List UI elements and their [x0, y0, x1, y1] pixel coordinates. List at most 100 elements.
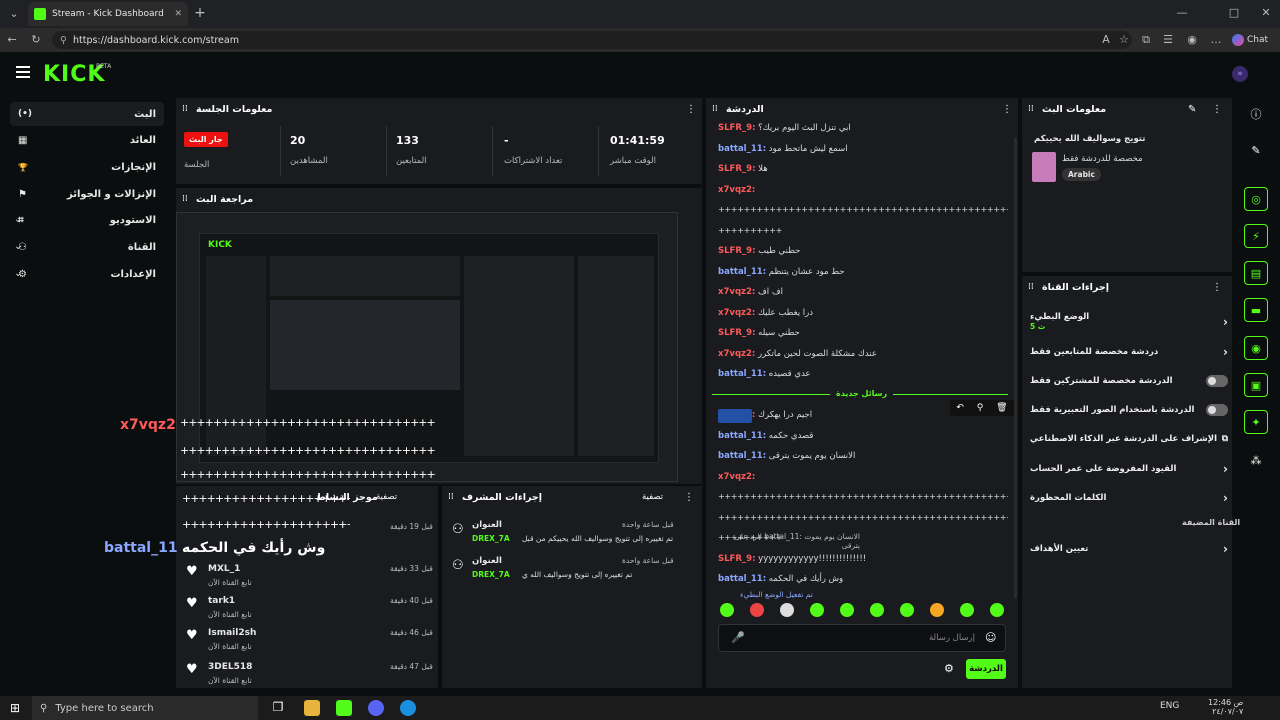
user-avatar[interactable]: » — [1232, 66, 1248, 82]
taskbar-search[interactable]: ⚲ Type here to search — [32, 696, 258, 720]
grip-icon[interactable]: ⁞⁞ — [1028, 282, 1034, 292]
copilot-chat-button[interactable]: Chat — [1232, 32, 1274, 48]
emote-icon[interactable] — [780, 603, 794, 617]
nav-item-revenue[interactable]: ▦ العائد — [10, 128, 164, 152]
nav-item-stream[interactable]: (•) البث — [10, 102, 164, 126]
apps-icon[interactable]: ⁂ — [1244, 448, 1268, 472]
chat-username[interactable]: x7vqz2 — [718, 308, 752, 318]
chat-username[interactable]: x7vqz2 — [718, 472, 752, 482]
url-input[interactable]: ⚲ https://dashboard.kick.com/stream — [52, 31, 1132, 49]
chat-username[interactable]: x7vqz2 — [718, 349, 752, 359]
ai-moderation-row[interactable]: الإشراف على الدردشة عبر الذكاء الاصطناعي… — [1030, 427, 1228, 451]
chat-message[interactable]: x7vqz2: درا يغطب عليك — [718, 308, 1004, 318]
close-window-icon[interactable]: ✕ — [1260, 7, 1272, 19]
clock[interactable]: 12:46 ص ٢٤/٠٧/٠٧ — [1208, 698, 1243, 716]
chat-spam-line[interactable]: ++++++++++ — [718, 226, 1008, 236]
info-icon[interactable]: ⓘ — [1244, 102, 1268, 126]
more-options-icon[interactable]: ⋮ — [686, 104, 696, 115]
emote-icon[interactable] — [840, 603, 854, 617]
new-tab-icon[interactable]: + — [194, 6, 206, 20]
chat-username[interactable]: SLFR_9 — [718, 328, 752, 338]
nav-item-channel[interactable]: ⚇ القناة — [10, 235, 164, 259]
chat-username[interactable]: SLFR_9 — [718, 164, 752, 174]
chat-username[interactable]: battal_11 — [718, 267, 763, 277]
chat-message[interactable]: SLFR_9: ابي تنزل البث اليوم بريك؟ — [718, 123, 1004, 133]
hamburger-menu-icon[interactable] — [16, 66, 30, 78]
chat-scrollbar[interactable] — [1014, 138, 1017, 598]
grip-icon[interactable]: ⁞⁞ — [448, 492, 454, 502]
chevron-down-icon[interactable]: ⌄ — [14, 268, 22, 279]
profile-icon[interactable]: ◉ — [1186, 34, 1198, 46]
microphone-icon[interactable]: 🎤 — [731, 631, 745, 644]
mod-action-user[interactable]: DREX_7A — [472, 534, 510, 543]
chat-spam-line[interactable]: ++++++++++++++++++++++++++++++++++++++++… — [718, 513, 1008, 523]
chat-message[interactable]: battal_11: اسمع ليش ماتحط مود — [718, 144, 1004, 154]
task-view-icon[interactable]: ❐ — [270, 700, 286, 716]
minimize-icon[interactable]: — — [1176, 7, 1188, 19]
slow-mode-row[interactable]: الوضع البطيء 5 ث › — [1030, 310, 1228, 334]
reply-icon[interactable]: ↶ — [956, 403, 964, 413]
emoji-icon[interactable]: ☺ — [985, 631, 996, 644]
emote-icon[interactable] — [960, 603, 974, 617]
emote-icon[interactable] — [750, 603, 764, 617]
grip-icon[interactable]: ⁞⁞ — [182, 104, 188, 114]
pin-icon[interactable]: ⚲ — [977, 403, 984, 413]
more-options-icon[interactable]: ⋮ — [684, 492, 694, 503]
chat-username[interactable]: x7vqz2 — [718, 185, 752, 195]
emote-icon[interactable] — [720, 603, 734, 617]
chat-username[interactable]: battal_11 — [718, 451, 763, 461]
refresh-icon[interactable]: ↻ — [30, 34, 42, 46]
chat-message[interactable]: SLFR_9: هلا — [718, 164, 1004, 174]
chat-message[interactable]: x7vqz2: — [718, 185, 1004, 195]
favorites-icon[interactable]: ☰ — [1162, 34, 1174, 46]
emote-only-toggle[interactable] — [1206, 404, 1228, 416]
stream-preview-video[interactable]: KICK — [176, 212, 678, 482]
subscribers-only-toggle[interactable] — [1206, 375, 1228, 387]
browser-tab[interactable]: Stream - Kick Dashboard ✕ — [28, 2, 188, 26]
filter-button[interactable]: تصفية — [642, 492, 663, 502]
nav-item-studio[interactable]: ⌗ الاستوديو — [10, 208, 164, 232]
banned-words-row[interactable]: الكلمات المحظورة › — [1030, 486, 1228, 510]
edit-icon[interactable]: ✎ — [1244, 138, 1268, 162]
chevron-down-icon[interactable]: ⌄ — [14, 214, 22, 225]
chat-username[interactable]: battal_11 — [718, 369, 763, 379]
wrench-icon[interactable]: ✦ — [1244, 410, 1268, 434]
extensions-icon[interactable]: ⧉ — [1140, 34, 1152, 46]
nav-item-drops[interactable]: ⚑ الإنزالات و الجوائز — [10, 182, 164, 206]
windows-start-icon[interactable]: ⊞ — [10, 701, 20, 715]
chat-username[interactable]: battal_11 — [718, 431, 763, 441]
chat-message[interactable]: battal_11: عدي قصيده — [718, 369, 1004, 379]
emote-icon[interactable] — [870, 603, 884, 617]
edit-pencil-icon[interactable]: ✎ — [1188, 104, 1196, 115]
chat-message[interactable]: battal_11: وش رأيك في الحكمه — [718, 574, 1004, 584]
language-indicator[interactable]: ENG — [1160, 701, 1179, 711]
emote-icon[interactable] — [990, 603, 1004, 617]
emote-icon[interactable] — [810, 603, 824, 617]
favorite-star-icon[interactable]: ☆ — [1118, 34, 1130, 46]
emote-icon[interactable] — [930, 603, 944, 617]
followers-only-row[interactable]: دردشة مخصصة للمتابعين فقط › — [1030, 340, 1228, 364]
chat-settings-gear-icon[interactable]: ⚙ — [944, 662, 954, 675]
more-options-icon[interactable]: ⋮ — [1212, 282, 1222, 293]
nav-item-settings[interactable]: ⚙ الإعدادات — [10, 262, 164, 286]
mod-action-user[interactable]: DREX_7A — [472, 570, 510, 579]
chat-username[interactable]: SLFR_9 — [718, 554, 752, 564]
chat-message[interactable]: battal_11: الانسان يوم يموت يترقى — [718, 451, 1004, 461]
more-menu-icon[interactable]: … — [1210, 34, 1222, 46]
chat-message[interactable]: SLFR_9: حطني سيله — [718, 328, 1004, 338]
notes-icon[interactable]: ▤ — [1244, 261, 1268, 285]
chevron-down-icon[interactable]: ⌄ — [14, 241, 22, 252]
edge-browser-icon[interactable] — [400, 700, 416, 716]
more-options-icon[interactable]: ⋮ — [1212, 104, 1222, 115]
tab-menu-icon[interactable]: ⌄ — [8, 8, 20, 20]
emote-icon[interactable] — [900, 603, 914, 617]
chat-spam-line[interactable]: ++++++++++++++++++++++++++++++++++++++++… — [718, 205, 1008, 215]
chat-message[interactable]: battal_11: حط مود عشان يتنظم — [718, 267, 1004, 277]
grip-icon[interactable]: ⁞⁞ — [712, 104, 718, 114]
chat-username[interactable]: battal_11 — [718, 574, 763, 584]
chat-username[interactable]: SLFR_9 — [718, 123, 752, 133]
chat-message[interactable]: SLFR_9: yyyyyyyyyyyy!!!!!!!!!!!!!! — [718, 554, 1004, 564]
chat-message[interactable]: SLFR_9: حطني طيب — [718, 246, 1004, 256]
grip-icon[interactable]: ⁞⁞ — [1028, 104, 1034, 114]
chat-message[interactable]: battal_11: قصدي حكمه — [718, 431, 1004, 441]
